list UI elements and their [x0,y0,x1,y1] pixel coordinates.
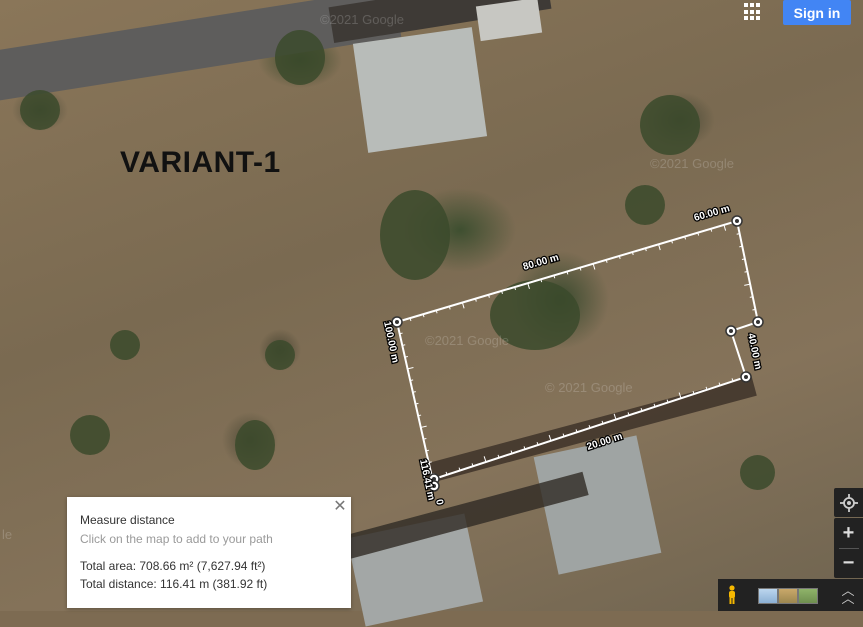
measure-vertex-dot [756,320,760,324]
map-bottom-bar: ︿ ︿ [718,579,863,611]
measure-ticks [399,224,756,475]
total-distance: Total distance: 116.41 m (381.92 ft) [80,577,268,591]
measure-line [395,219,760,487]
measure-vertex-dot [744,375,748,379]
segment-label: 60.00 m [693,203,731,224]
segment-label: 20.00 m [586,431,624,453]
layer-thumbnail[interactable] [798,588,818,604]
measure-vertex-dot [395,320,399,324]
layer-thumbnail[interactable] [758,588,778,604]
close-icon[interactable]: ✕ [332,499,348,515]
zoom-out-button[interactable]: − [834,549,863,578]
measure-title: Measure distance [80,513,175,527]
expand-up-icon[interactable]: ︿ ︿ [841,584,855,605]
segment-label: 40.00 m [745,332,763,370]
measure-vertex-dot [729,329,733,333]
total-area: Total area: 708.66 m² (7,627.94 ft²) [80,559,266,573]
segment-label: 0 [433,498,445,506]
layer-thumbnail[interactable] [778,588,798,604]
apps-grid-icon[interactable] [744,3,762,21]
segment-label: 80.00 m [522,252,560,273]
measure-vertex-dot [735,219,739,223]
my-location-icon [839,493,858,512]
measure-distance-panel: ✕ Measure distance Click on the map to a… [67,497,351,608]
pegman-icon[interactable] [726,585,738,605]
zoom-in-button[interactable]: + [834,519,863,548]
zoom-controls: + − [834,518,863,578]
sign-in-button[interactable]: Sign in [783,0,851,25]
measure-hint: Click on the map to add to your path [80,532,273,546]
my-location-button[interactable] [834,488,863,517]
